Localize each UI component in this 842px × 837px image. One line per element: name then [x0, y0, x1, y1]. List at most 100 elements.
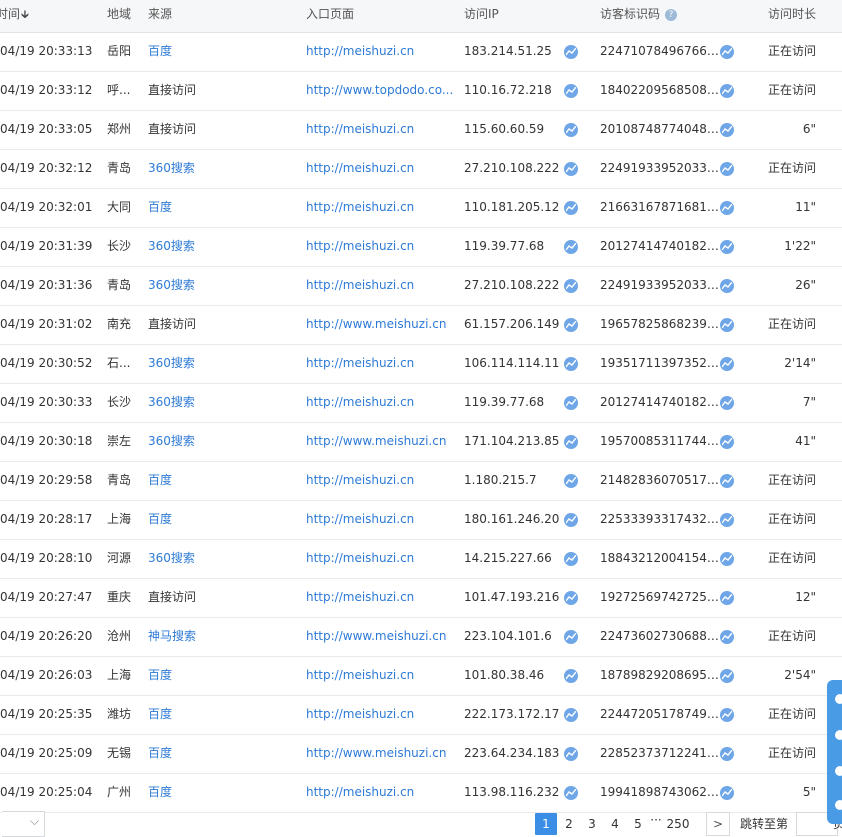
source[interactable]: 百度 [148, 189, 288, 227]
trend-icon[interactable] [564, 474, 578, 488]
page-2[interactable]: 2 [561, 813, 577, 835]
trend-icon[interactable] [720, 513, 734, 527]
trend-icon[interactable] [720, 240, 734, 254]
entry-page-link[interactable]: http://meishuzi.cn [306, 111, 454, 149]
trend-icon[interactable] [564, 435, 578, 449]
trend-icon[interactable] [720, 162, 734, 176]
source[interactable]: 百度 [148, 696, 288, 734]
trend-icon[interactable] [720, 318, 734, 332]
entry-page-link[interactable]: http://meishuzi.cn [306, 384, 454, 422]
trend-icon[interactable] [564, 786, 578, 800]
source[interactable]: 360搜索 [148, 423, 288, 461]
page-1[interactable]: 1 [535, 813, 557, 835]
region: 青岛 [107, 161, 132, 175]
source[interactable]: 360搜索 [148, 540, 288, 578]
visitor-ip: 101.80.38.46 [464, 668, 545, 682]
trend-icon[interactable] [564, 552, 578, 566]
trend-icon[interactable] [720, 474, 734, 488]
trend-icon[interactable] [720, 786, 734, 800]
region: 长沙 [107, 395, 132, 409]
trend-icon[interactable] [564, 513, 578, 527]
source[interactable]: 360搜索 [148, 150, 288, 188]
trend-icon[interactable] [720, 357, 734, 371]
trend-icon[interactable] [564, 123, 578, 137]
entry-page-link[interactable]: http://meishuzi.cn [306, 462, 454, 500]
trend-icon[interactable] [720, 396, 734, 410]
trend-icon[interactable] [564, 84, 578, 98]
source[interactable]: 百度 [148, 774, 288, 812]
trend-icon[interactable] [720, 279, 734, 293]
source[interactable]: 百度 [148, 501, 288, 539]
trend-icon[interactable] [720, 552, 734, 566]
entry-page-link[interactable]: http://www.meishuzi.cn [306, 618, 454, 656]
entry-page-link[interactable]: http://meishuzi.cn [306, 345, 454, 383]
trend-icon[interactable] [564, 162, 578, 176]
entry-page-link[interactable]: http://meishuzi.cn [306, 501, 454, 539]
visit-time: /04/19 20:32:01 [0, 200, 93, 214]
page-ellipsis[interactable]: ··· [648, 809, 664, 831]
float-tool-icon[interactable] [835, 730, 842, 740]
entry-page-link[interactable]: http://www.meishuzi.cn [306, 735, 454, 773]
source[interactable]: 神马搜索 [148, 618, 288, 656]
trend-icon[interactable] [720, 747, 734, 761]
entry-page-link[interactable]: http://www.meishuzi.cn [306, 423, 454, 461]
entry-page-link[interactable]: http://meishuzi.cn [306, 150, 454, 188]
trend-icon[interactable] [720, 84, 734, 98]
trend-icon[interactable] [720, 123, 734, 137]
source[interactable]: 百度 [148, 33, 288, 71]
page-4[interactable]: 4 [607, 813, 623, 835]
float-tool-icon[interactable] [835, 800, 842, 810]
trend-icon[interactable] [720, 708, 734, 722]
float-tool-icon[interactable] [835, 766, 842, 776]
region: 重庆 [107, 590, 132, 604]
source[interactable]: 360搜索 [148, 345, 288, 383]
trend-icon[interactable] [720, 630, 734, 644]
entry-page-link[interactable]: http://www.meishuzi.cn [306, 306, 454, 344]
page-last[interactable]: 250 [665, 813, 691, 835]
trend-icon[interactable] [564, 747, 578, 761]
trend-icon[interactable] [564, 591, 578, 605]
entry-page-link[interactable]: http://meishuzi.cn [306, 579, 454, 617]
entry-page-link[interactable]: http://meishuzi.cn [306, 228, 454, 266]
source[interactable]: 百度 [148, 657, 288, 695]
visit-time: /04/19 20:30:18 [0, 434, 93, 448]
source[interactable]: 百度 [148, 735, 288, 773]
trend-icon[interactable] [564, 45, 578, 59]
col-time[interactable]: 时间🡳 [0, 0, 29, 32]
source[interactable]: 360搜索 [148, 228, 288, 266]
trend-icon[interactable] [564, 630, 578, 644]
float-tool-icon[interactable] [835, 694, 842, 704]
table-row: /04/19 20:25:04 广州 百度 http://meishuzi.cn 113… [0, 774, 842, 813]
trend-icon[interactable] [564, 708, 578, 722]
page-size-select[interactable]: ⌵ [2, 811, 45, 837]
entry-page-link[interactable]: http://meishuzi.cn [306, 657, 454, 695]
trend-icon[interactable] [564, 279, 578, 293]
sort-down-arrow-icon[interactable]: 🡳 [21, 8, 29, 21]
source[interactable]: 360搜索 [148, 267, 288, 305]
trend-icon[interactable] [564, 318, 578, 332]
help-icon[interactable]: ? [665, 9, 678, 21]
page-3[interactable]: 3 [584, 813, 600, 835]
entry-page-link[interactable]: http://www.topdodo.co... [306, 72, 454, 110]
next-page-button[interactable]: > [706, 812, 730, 836]
trend-icon[interactable] [564, 201, 578, 215]
trend-icon[interactable] [564, 396, 578, 410]
source[interactable]: 360搜索 [148, 384, 288, 422]
entry-page-link[interactable]: http://meishuzi.cn [306, 540, 454, 578]
trend-icon[interactable] [564, 357, 578, 371]
trend-icon[interactable] [720, 669, 734, 683]
entry-page-link[interactable]: http://meishuzi.cn [306, 189, 454, 227]
entry-page-link[interactable]: http://meishuzi.cn [306, 33, 454, 71]
source[interactable]: 百度 [148, 462, 288, 500]
trend-icon[interactable] [720, 435, 734, 449]
page-5[interactable]: 5 [630, 813, 646, 835]
trend-icon[interactable] [720, 45, 734, 59]
entry-page-link[interactable]: http://meishuzi.cn [306, 696, 454, 734]
entry-page-link[interactable]: http://meishuzi.cn [306, 774, 454, 812]
trend-icon[interactable] [720, 201, 734, 215]
trend-icon[interactable] [564, 240, 578, 254]
table-row: /04/19 20:28:10 河源 360搜索 http://meishuzi.cn… [0, 540, 842, 579]
entry-page-link[interactable]: http://meishuzi.cn [306, 267, 454, 305]
trend-icon[interactable] [564, 669, 578, 683]
trend-icon[interactable] [720, 591, 734, 605]
